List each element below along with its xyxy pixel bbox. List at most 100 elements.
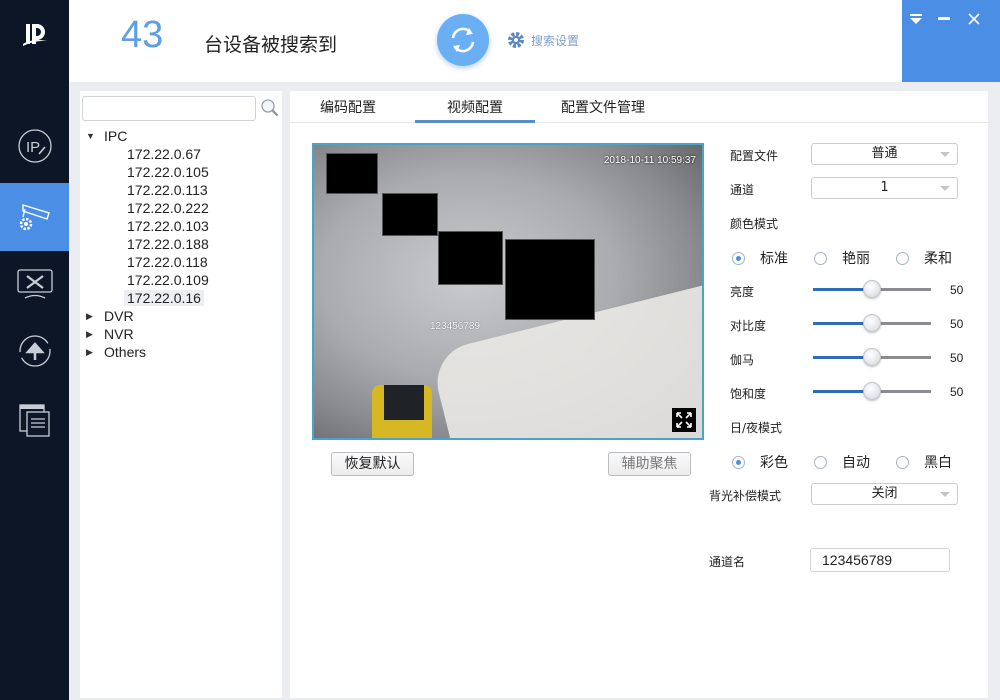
fullscreen-button[interactable] [672,408,696,432]
contrast-slider[interactable] [813,313,931,333]
preview-scene-object [384,385,424,420]
slider-thumb[interactable] [863,280,881,298]
channel-select[interactable]: 1 [811,177,958,199]
restore-default-button[interactable]: 恢复默认 [331,452,414,476]
contrast-label: 对比度 [730,319,767,333]
radio-unchecked-icon [814,455,827,469]
tree-item-device[interactable]: 172.22.0.105 [86,163,212,181]
backlight-label: 背光补偿模式 [709,489,782,503]
color-mode-vivid-radio[interactable]: 艳丽 [814,248,870,268]
radio-checked-icon [732,455,745,469]
device-ip: 172.22.0.113 [127,182,208,198]
collapsed-arrow-icon: ▶ [86,329,93,339]
backlight-value: 关闭 [871,486,898,501]
slider-thumb[interactable] [863,348,881,366]
day-night-radio-group: 彩色 自动 黑白 [732,452,952,472]
chevron-down-icon [940,492,950,497]
tree-item-device[interactable]: 172.22.0.109 [86,271,212,289]
privacy-mask[interactable] [326,153,378,194]
saturation-slider[interactable] [813,381,931,401]
tree-item-device-selected[interactable]: 172.22.0.16 [86,289,212,307]
color-mode-radio-group: 标准 艳丽 柔和 [732,248,952,268]
device-ip: 172.22.0.109 [127,272,209,288]
channel-name-input[interactable] [810,548,950,572]
tree-item-device[interactable]: 172.22.0.118 [86,253,212,271]
close-icon [968,13,980,25]
brightness-slider[interactable] [813,279,931,299]
collapsed-arrow-icon: ▶ [86,311,93,321]
search-button[interactable] [260,98,280,122]
dropdown-triangle-icon [910,14,922,24]
assist-focus-button[interactable]: 辅助聚焦 [608,452,691,476]
preview-osd-text: 123456789 [430,321,481,332]
gamma-slider[interactable] [813,347,931,367]
day-night-bw-radio[interactable]: 黑白 [896,452,952,472]
fullscreen-icon [676,412,692,428]
tree-item-device[interactable]: 172.22.0.103 [86,217,212,235]
privacy-mask[interactable] [505,239,595,320]
device-ip: 172.22.0.105 [127,164,209,180]
collapsed-arrow-icon: ▶ [86,347,93,357]
tree-group-label: Others [104,344,147,360]
tab-profile-management[interactable]: 配置文件管理 [548,97,658,123]
tree-group-dvr[interactable]: ▶ DVR [86,307,212,325]
tree-group-label: IPC [104,128,128,144]
tab-encode-config[interactable]: 编码配置 [298,97,398,123]
video-preview[interactable]: 2018-10-11 10:59:37 123456789 [312,143,704,440]
config-tabs: 编码配置 视频配置 配置文件管理 [290,91,988,123]
backlight-select[interactable]: 关闭 [811,483,958,505]
tools-monitor-icon [16,269,53,299]
search-icon [261,99,279,117]
tree-item-device[interactable]: 172.22.0.67 [86,145,212,163]
nav-item-maintenance[interactable] [0,250,69,318]
chevron-down-icon [940,152,950,157]
app-logo [0,0,69,70]
day-night-color-radio[interactable]: 彩色 [732,452,788,472]
day-night-auto-radio[interactable]: 自动 [814,452,870,472]
profile-select[interactable]: 普通 [811,143,958,165]
nav-item-device-config[interactable] [0,183,69,251]
nav-item-upgrade[interactable] [0,317,69,385]
radio-label: 黑白 [924,455,952,471]
gamma-label: 伽马 [730,353,755,367]
tree-group-others[interactable]: ▶ Others [86,343,212,361]
device-ip: 172.22.0.103 [127,218,209,234]
radio-checked-icon [732,251,745,265]
nav-item-documents[interactable] [0,386,69,454]
close-button[interactable] [964,10,984,28]
expanded-arrow-icon: ▼ [86,131,95,141]
tree-group-label: NVR [104,326,134,342]
device-search-input[interactable] [82,96,256,121]
color-mode-standard-radio[interactable]: 标准 [732,248,788,268]
radio-unchecked-icon [814,251,827,265]
profile-value: 普通 [871,146,898,161]
tree-item-device[interactable]: 172.22.0.222 [86,199,212,217]
privacy-mask[interactable] [382,193,438,236]
header: 43 台设备被搜索到 搜索设置 [69,0,902,82]
brightness-label: 亮度 [730,285,755,299]
tree-item-device[interactable]: 172.22.0.113 [86,181,212,199]
minimize-button[interactable] [934,10,954,28]
left-nav: IP [0,0,69,700]
tree-group-ipc[interactable]: ▼ IPC [86,127,212,145]
search-settings-button[interactable]: 搜索设置 [507,31,579,49]
window-controls [902,0,1000,82]
tree-item-device[interactable]: 172.22.0.188 [86,235,212,253]
nav-item-ip-modify[interactable]: IP [0,112,69,180]
tree-group-nvr[interactable]: ▶ NVR [86,325,212,343]
ip-edit-icon: IP [17,129,52,163]
privacy-mask[interactable] [438,231,503,285]
refresh-icon [451,27,475,53]
slider-thumb[interactable] [863,314,881,332]
device-tree: ▼ IPC 172.22.0.67 172.22.0.105 172.22.0.… [86,127,212,361]
profile-label: 配置文件 [730,149,779,163]
camera-gear-icon [19,204,50,231]
refresh-search-button[interactable] [437,14,489,66]
menu-dropdown-button[interactable] [906,10,926,28]
color-mode-soft-radio[interactable]: 柔和 [896,248,952,268]
tab-video-config[interactable]: 视频配置 [415,97,535,123]
slider-thumb[interactable] [863,382,881,400]
search-settings-label: 搜索设置 [531,33,580,48]
device-ip: 172.22.0.222 [127,200,209,216]
contrast-value: 50 [950,317,964,331]
